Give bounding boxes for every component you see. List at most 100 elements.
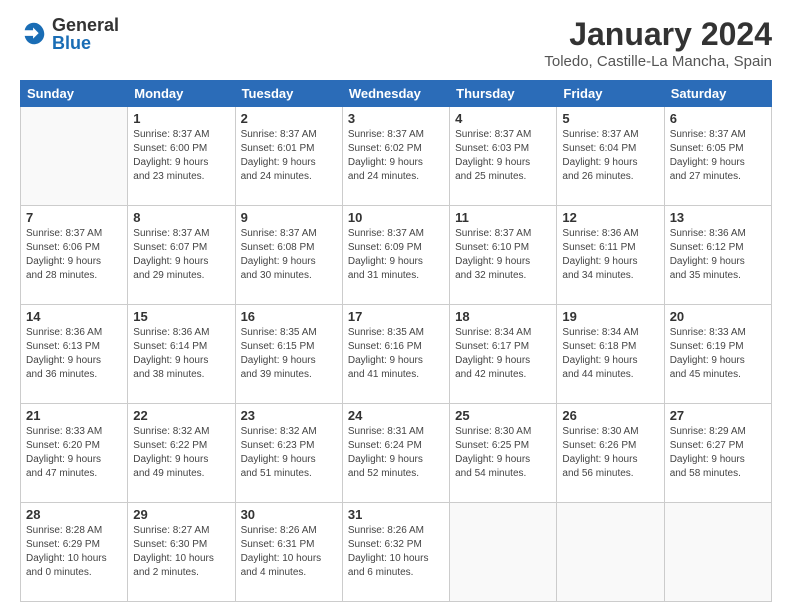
day-info: Sunrise: 8:37 AM Sunset: 6:05 PM Dayligh…	[670, 128, 766, 184]
col-header-sunday: Sunday	[21, 81, 128, 107]
calendar-cell: 13 Sunrise: 8:36 AM Sunset: 6:12 PM Dayli…	[664, 206, 771, 305]
col-header-friday: Friday	[557, 81, 664, 107]
calendar-cell: 29 Sunrise: 8:27 AM Sunset: 6:30 PM Dayli…	[128, 503, 235, 602]
day-info: Sunrise: 8:27 AM Sunset: 6:30 PM Dayligh…	[133, 524, 229, 580]
day-number: 19	[562, 309, 658, 324]
day-info: Sunrise: 8:26 AM Sunset: 6:31 PM Dayligh…	[241, 524, 337, 580]
day-number: 10	[348, 210, 444, 225]
calendar-cell: 11 Sunrise: 8:37 AM Sunset: 6:10 PM Dayli…	[450, 206, 557, 305]
day-info: Sunrise: 8:33 AM Sunset: 6:19 PM Dayligh…	[670, 326, 766, 382]
day-info: Sunrise: 8:32 AM Sunset: 6:22 PM Dayligh…	[133, 425, 229, 481]
location-title: Toledo, Castille-La Mancha, Spain	[544, 53, 772, 70]
calendar-cell: 28 Sunrise: 8:28 AM Sunset: 6:29 PM Dayli…	[21, 503, 128, 602]
calendar-cell: 24 Sunrise: 8:31 AM Sunset: 6:24 PM Dayli…	[342, 404, 449, 503]
calendar-cell: 16 Sunrise: 8:35 AM Sunset: 6:15 PM Dayli…	[235, 305, 342, 404]
day-info: Sunrise: 8:30 AM Sunset: 6:26 PM Dayligh…	[562, 425, 658, 481]
day-info: Sunrise: 8:31 AM Sunset: 6:24 PM Dayligh…	[348, 425, 444, 481]
day-number: 24	[348, 408, 444, 423]
calendar-cell	[557, 503, 664, 602]
logo-text: General Blue	[52, 16, 119, 52]
calendar-cell: 20 Sunrise: 8:33 AM Sunset: 6:19 PM Dayli…	[664, 305, 771, 404]
day-number: 1	[133, 111, 229, 126]
day-number: 30	[241, 507, 337, 522]
day-number: 11	[455, 210, 551, 225]
logo-blue-text: Blue	[52, 34, 119, 52]
calendar-week-row: 28 Sunrise: 8:28 AM Sunset: 6:29 PM Dayli…	[21, 503, 772, 602]
col-header-thursday: Thursday	[450, 81, 557, 107]
calendar-cell: 14 Sunrise: 8:36 AM Sunset: 6:13 PM Dayli…	[21, 305, 128, 404]
calendar-cell	[450, 503, 557, 602]
calendar-cell	[664, 503, 771, 602]
calendar-week-row: 14 Sunrise: 8:36 AM Sunset: 6:13 PM Dayli…	[21, 305, 772, 404]
day-info: Sunrise: 8:26 AM Sunset: 6:32 PM Dayligh…	[348, 524, 444, 580]
calendar-cell: 8 Sunrise: 8:37 AM Sunset: 6:07 PM Daylig…	[128, 206, 235, 305]
calendar-header-row: SundayMondayTuesdayWednesdayThursdayFrid…	[21, 81, 772, 107]
title-block: January 2024 Toledo, Castille-La Mancha,…	[544, 16, 772, 70]
day-number: 20	[670, 309, 766, 324]
calendar-cell: 12 Sunrise: 8:36 AM Sunset: 6:11 PM Dayli…	[557, 206, 664, 305]
calendar-cell: 5 Sunrise: 8:37 AM Sunset: 6:04 PM Daylig…	[557, 107, 664, 206]
day-info: Sunrise: 8:37 AM Sunset: 6:03 PM Dayligh…	[455, 128, 551, 184]
day-number: 9	[241, 210, 337, 225]
day-number: 8	[133, 210, 229, 225]
calendar-cell: 15 Sunrise: 8:36 AM Sunset: 6:14 PM Dayli…	[128, 305, 235, 404]
col-header-tuesday: Tuesday	[235, 81, 342, 107]
logo-general-text: General	[52, 16, 119, 34]
day-info: Sunrise: 8:36 AM Sunset: 6:12 PM Dayligh…	[670, 227, 766, 283]
day-info: Sunrise: 8:37 AM Sunset: 6:08 PM Dayligh…	[241, 227, 337, 283]
day-info: Sunrise: 8:36 AM Sunset: 6:13 PM Dayligh…	[26, 326, 122, 382]
calendar-cell: 23Sunrise: 8:32 AM Sunset: 6:23 PM Dayli…	[235, 404, 342, 503]
day-number: 28	[26, 507, 122, 522]
day-info: Sunrise: 8:37 AM Sunset: 6:10 PM Dayligh…	[455, 227, 551, 283]
calendar-week-row: 7Sunrise: 8:37 AM Sunset: 6:06 PM Daylig…	[21, 206, 772, 305]
day-info: Sunrise: 8:34 AM Sunset: 6:18 PM Dayligh…	[562, 326, 658, 382]
day-number: 22	[133, 408, 229, 423]
day-info: Sunrise: 8:36 AM Sunset: 6:14 PM Dayligh…	[133, 326, 229, 382]
calendar-cell: 30 Sunrise: 8:26 AM Sunset: 6:31 PM Dayli…	[235, 503, 342, 602]
col-header-wednesday: Wednesday	[342, 81, 449, 107]
calendar-cell: 21Sunrise: 8:33 AM Sunset: 6:20 PM Dayli…	[21, 404, 128, 503]
day-number: 6	[670, 111, 766, 126]
day-info: Sunrise: 8:37 AM Sunset: 6:09 PM Dayligh…	[348, 227, 444, 283]
calendar-week-row: 1 Sunrise: 8:37 AM Sunset: 6:00 PM Daylig…	[21, 107, 772, 206]
calendar-cell: 18Sunrise: 8:34 AM Sunset: 6:17 PM Dayli…	[450, 305, 557, 404]
day-info: Sunrise: 8:35 AM Sunset: 6:15 PM Dayligh…	[241, 326, 337, 382]
calendar-cell: 1 Sunrise: 8:37 AM Sunset: 6:00 PM Daylig…	[128, 107, 235, 206]
day-info: Sunrise: 8:36 AM Sunset: 6:11 PM Dayligh…	[562, 227, 658, 283]
day-number: 5	[562, 111, 658, 126]
day-number: 2	[241, 111, 337, 126]
calendar-cell: 27Sunrise: 8:29 AM Sunset: 6:27 PM Dayli…	[664, 404, 771, 503]
calendar-table: SundayMondayTuesdayWednesdayThursdayFrid…	[20, 80, 772, 602]
day-number: 15	[133, 309, 229, 324]
calendar-cell: 3 Sunrise: 8:37 AM Sunset: 6:02 PM Daylig…	[342, 107, 449, 206]
day-number: 14	[26, 309, 122, 324]
day-number: 27	[670, 408, 766, 423]
day-info: Sunrise: 8:37 AM Sunset: 6:02 PM Dayligh…	[348, 128, 444, 184]
calendar-cell: 10 Sunrise: 8:37 AM Sunset: 6:09 PM Dayli…	[342, 206, 449, 305]
day-info: Sunrise: 8:28 AM Sunset: 6:29 PM Dayligh…	[26, 524, 122, 580]
calendar-cell	[21, 107, 128, 206]
day-number: 7	[26, 210, 122, 225]
calendar-cell: 17Sunrise: 8:35 AM Sunset: 6:16 PM Dayli…	[342, 305, 449, 404]
day-number: 31	[348, 507, 444, 522]
day-info: Sunrise: 8:37 AM Sunset: 6:01 PM Dayligh…	[241, 128, 337, 184]
day-number: 12	[562, 210, 658, 225]
calendar-cell: 7Sunrise: 8:37 AM Sunset: 6:06 PM Daylig…	[21, 206, 128, 305]
col-header-monday: Monday	[128, 81, 235, 107]
day-number: 3	[348, 111, 444, 126]
day-number: 29	[133, 507, 229, 522]
calendar-cell: 31 Sunrise: 8:26 AM Sunset: 6:32 PM Dayli…	[342, 503, 449, 602]
day-info: Sunrise: 8:37 AM Sunset: 6:00 PM Dayligh…	[133, 128, 229, 184]
logo: General Blue	[20, 16, 119, 52]
day-number: 18	[455, 309, 551, 324]
day-number: 16	[241, 309, 337, 324]
day-info: Sunrise: 8:32 AM Sunset: 6:23 PM Dayligh…	[241, 425, 337, 481]
day-number: 26	[562, 408, 658, 423]
col-header-saturday: Saturday	[664, 81, 771, 107]
day-info: Sunrise: 8:30 AM Sunset: 6:25 PM Dayligh…	[455, 425, 551, 481]
day-number: 13	[670, 210, 766, 225]
calendar-cell: 22 Sunrise: 8:32 AM Sunset: 6:22 PM Dayli…	[128, 404, 235, 503]
day-info: Sunrise: 8:37 AM Sunset: 6:04 PM Dayligh…	[562, 128, 658, 184]
day-info: Sunrise: 8:37 AM Sunset: 6:07 PM Dayligh…	[133, 227, 229, 283]
calendar-cell: 19 Sunrise: 8:34 AM Sunset: 6:18 PM Dayli…	[557, 305, 664, 404]
